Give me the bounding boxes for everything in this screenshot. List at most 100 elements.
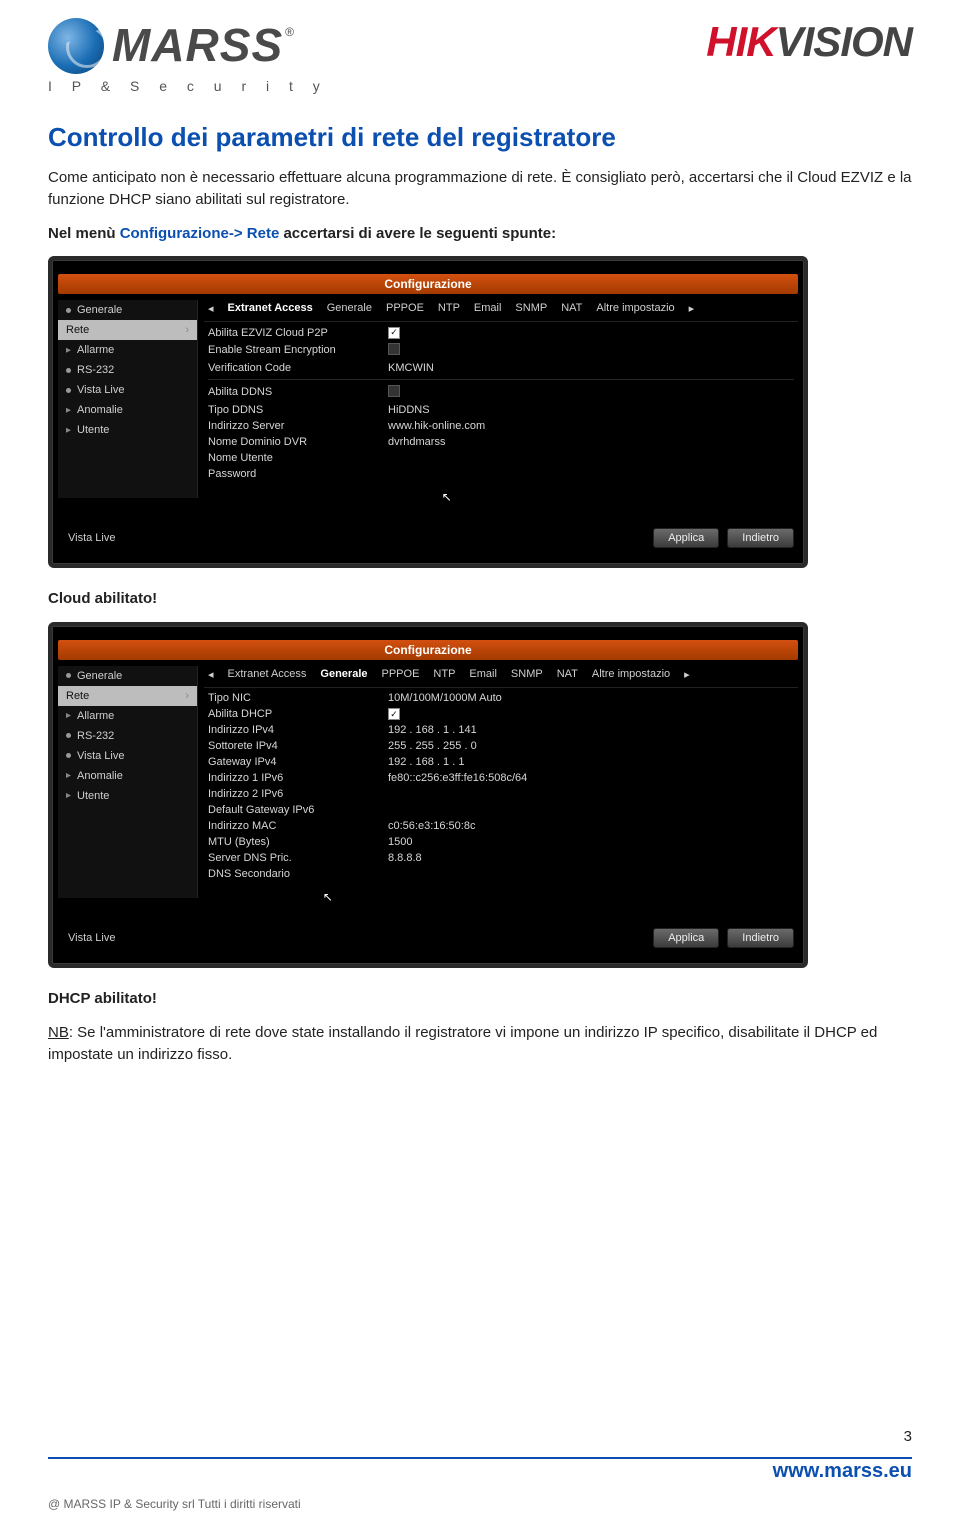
form-row: Verification CodeKMCWIN <box>208 360 794 376</box>
form-row-label: Nome Utente <box>208 452 388 464</box>
form-row-value: 192 . 168 . 1 . 1 <box>388 756 794 768</box>
tabs-left-arrow-icon[interactable]: ◂ <box>208 302 214 315</box>
form-row-value[interactable]: ✓ <box>388 326 794 339</box>
form-row-value: HiDDNS <box>388 404 794 416</box>
sidebar-item-generale[interactable]: Generale <box>58 666 197 686</box>
section-title: Controllo dei parametri di rete del regi… <box>48 122 912 153</box>
sidebar-item-generale[interactable]: Generale <box>58 300 197 320</box>
tab-pppoe[interactable]: PPPOE <box>386 302 424 315</box>
form-row-label: Indirizzo 1 IPv6 <box>208 772 388 784</box>
form-row-label: Indirizzo 2 IPv6 <box>208 788 388 800</box>
vista-live-button[interactable]: Vista Live <box>62 932 116 944</box>
marss-tagline: I P & S e c u r i t y <box>48 78 328 94</box>
sidebar-item-allarme[interactable]: Allarme <box>58 706 197 726</box>
sidebar-item-rete[interactable]: Rete› <box>58 320 197 340</box>
form-row-label: Tipo NIC <box>208 692 388 704</box>
form-row-label: Verification Code <box>208 362 388 374</box>
form-row: Password <box>208 466 794 482</box>
form-row-label: Gateway IPv4 <box>208 756 388 768</box>
sidebar-item-vista-live[interactable]: Vista Live <box>58 746 197 766</box>
tab-email[interactable]: Email <box>474 302 502 315</box>
dvr-screenshot-generale: Configurazione Generale Rete› Allarme RS… <box>48 622 808 969</box>
sidebar-item-utente[interactable]: Utente <box>58 786 197 806</box>
form-row: Enable Stream Encryption <box>208 341 794 360</box>
tab-extranet-access[interactable]: Extranet Access <box>228 668 307 681</box>
tabs-left-arrow-icon[interactable]: ◂ <box>208 668 214 681</box>
form-row-label: MTU (Bytes) <box>208 836 388 848</box>
dhcp-enabled-caption: DHCP abilitato! <box>48 988 912 1010</box>
form-row-label: Tipo DDNS <box>208 404 388 416</box>
applica-button[interactable]: Applica <box>653 928 719 948</box>
tab-ntp[interactable]: NTP <box>433 668 455 681</box>
tab-ntp[interactable]: NTP <box>438 302 460 315</box>
dvr-title-2: Configurazione <box>58 640 798 660</box>
vision-text: VISION <box>776 18 912 65</box>
tab-pppoe[interactable]: PPPOE <box>382 668 420 681</box>
tab-snmp[interactable]: SNMP <box>511 668 543 681</box>
dvr-sidebar-2: Generale Rete› Allarme RS-232 Vista Live… <box>58 666 198 899</box>
sidebar-item-rs232[interactable]: RS-232 <box>58 360 197 380</box>
tab-snmp[interactable]: SNMP <box>515 302 547 315</box>
menu-path-paragraph: Nel menù Configurazione-> Rete accertars… <box>48 223 912 245</box>
tab-email[interactable]: Email <box>469 668 497 681</box>
marss-brand-name: MARSS <box>112 19 283 71</box>
form-row-label: Server DNS Pric. <box>208 852 388 864</box>
form-row-label: Indirizzo Server <box>208 420 388 432</box>
form-row: Tipo NIC10M/100M/1000M Auto <box>208 690 794 706</box>
checkbox[interactable] <box>388 385 400 397</box>
form-row-value: dvrhdmarss <box>388 436 794 448</box>
tab-extranet-access[interactable]: Extranet Access <box>228 302 313 315</box>
tabs-right-arrow-icon[interactable]: ▸ <box>689 302 695 315</box>
dvr-title: Configurazione <box>58 274 798 294</box>
tab-nat[interactable]: NAT <box>557 668 578 681</box>
form-row-value: 10M/100M/1000M Auto <box>388 692 794 704</box>
form-row-value[interactable] <box>388 343 794 358</box>
checkbox[interactable] <box>388 343 400 355</box>
intro-paragraph: Come anticipato non è necessario effettu… <box>48 167 912 211</box>
hikvision-logo: HIKVISION <box>706 18 912 66</box>
form-row: MTU (Bytes)1500 <box>208 834 794 850</box>
indietro-button[interactable]: Indietro <box>727 928 794 948</box>
form-row: Indirizzo MACc0:56:e3:16:50:8c <box>208 818 794 834</box>
applica-button[interactable]: Applica <box>653 528 719 548</box>
sidebar-item-utente[interactable]: Utente <box>58 420 197 440</box>
tab-altre[interactable]: Altre impostazio <box>596 302 674 315</box>
sidebar-item-rs232[interactable]: RS-232 <box>58 726 197 746</box>
form-row-label: Indirizzo MAC <box>208 820 388 832</box>
form-row-value: www.hik-online.com <box>388 420 794 432</box>
form-row-value: 255 . 255 . 255 . 0 <box>388 740 794 752</box>
form-row: Nome Dominio DVRdvrhdmarss <box>208 434 794 450</box>
form-row-value[interactable] <box>388 385 794 400</box>
note-label: NB <box>48 1024 69 1041</box>
dvr-form-generale: Tipo NIC10M/100M/1000M AutoAbilita DHCP✓… <box>204 688 798 885</box>
sidebar-item-rete[interactable]: Rete› <box>58 686 197 706</box>
tab-generale[interactable]: Generale <box>327 302 372 315</box>
sidebar-item-allarme[interactable]: Allarme <box>58 340 197 360</box>
dvr-sidebar: Generale Rete› Allarme RS-232 Vista Live… <box>58 300 198 498</box>
checkbox[interactable]: ✓ <box>388 327 400 339</box>
tab-altre[interactable]: Altre impostazio <box>592 668 670 681</box>
sidebar-item-anomalie[interactable]: Anomalie <box>58 766 197 786</box>
sidebar-item-anomalie[interactable]: Anomalie <box>58 400 197 420</box>
tab-nat[interactable]: NAT <box>561 302 582 315</box>
footer-divider <box>48 1457 912 1459</box>
mouse-cursor-icon: ↖ <box>323 890 917 904</box>
form-row: Default Gateway IPv6 <box>208 802 794 818</box>
form-row-value[interactable]: ✓ <box>388 708 794 721</box>
form-row-value: 1500 <box>388 836 794 848</box>
form-row-value: fe80::c256:e3ff:fe16:508c/64 <box>388 772 794 784</box>
globe-icon <box>48 18 104 74</box>
checkbox[interactable]: ✓ <box>388 708 400 720</box>
indietro-button[interactable]: Indietro <box>727 528 794 548</box>
website-url: www.marss.eu <box>773 1460 912 1483</box>
dvr-tabs: ◂ Extranet Access Generale PPPOE NTP Ema… <box>204 300 798 322</box>
sidebar-item-vista-live[interactable]: Vista Live <box>58 380 197 400</box>
tabs-right-arrow-icon[interactable]: ▸ <box>684 668 690 681</box>
vista-live-button[interactable]: Vista Live <box>62 532 116 544</box>
form-row: Indirizzo 1 IPv6fe80::c256:e3ff:fe16:508… <box>208 770 794 786</box>
tab-generale[interactable]: Generale <box>320 668 367 681</box>
form-row-label: Abilita DHCP <box>208 708 388 720</box>
form-row-label: Enable Stream Encryption <box>208 344 388 356</box>
form-row-label: Nome Dominio DVR <box>208 436 388 448</box>
form-row-label: Password <box>208 468 388 480</box>
